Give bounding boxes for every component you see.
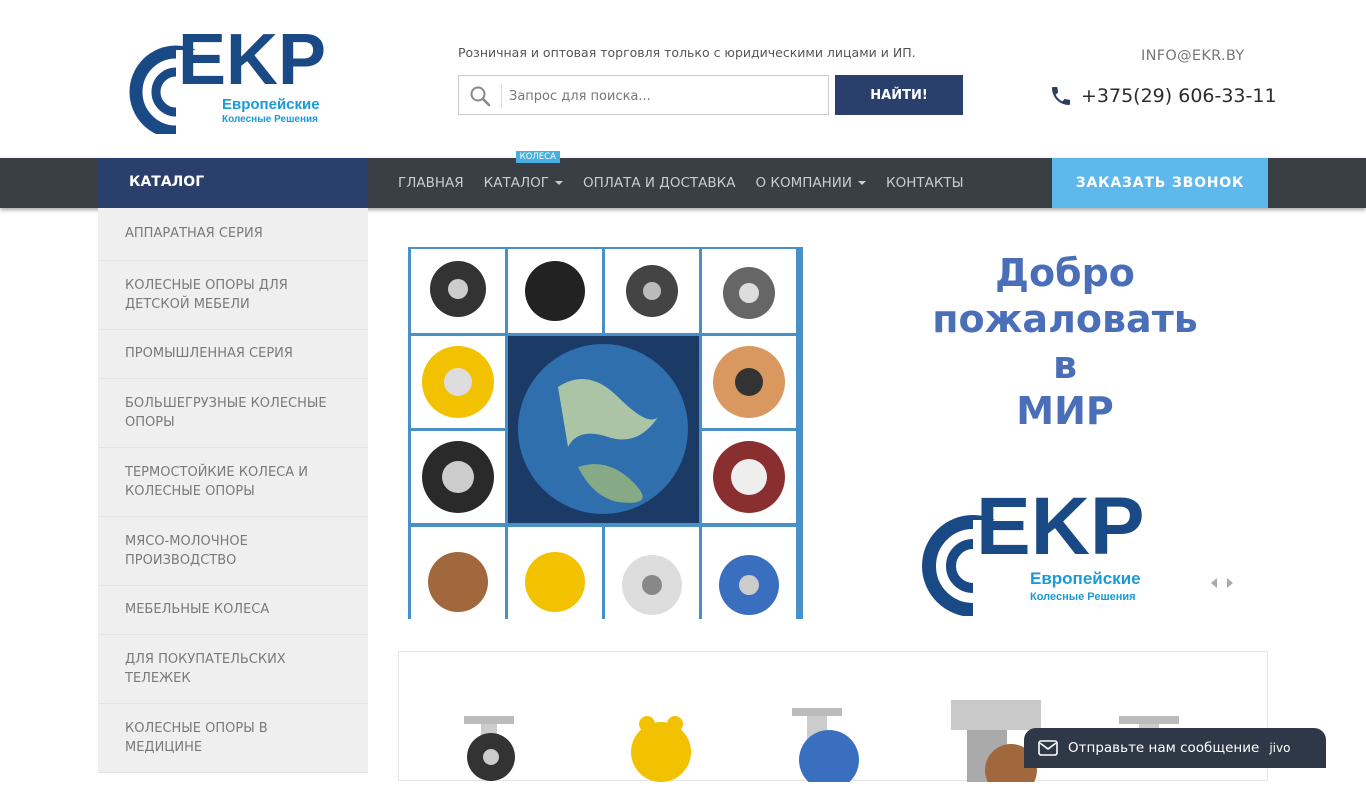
logo-line2: Колесные Решения xyxy=(222,114,318,125)
tagline: Розничная и оптовая торговля только с юр… xyxy=(458,45,916,60)
search-button[interactable]: НАЙТИ! xyxy=(835,75,963,115)
sidebar-item-label: АППАРАТНАЯ СЕРИЯ xyxy=(125,226,263,242)
sidebar-item-label: ТЕЛЕЖЕК xyxy=(125,671,191,686)
sidebar-item-label: МЕБЕЛЬНЫЕ КОЛЕСА xyxy=(125,602,270,618)
wheels-collage-image xyxy=(408,247,803,619)
sidebar-item-furniture[interactable]: МЕБЕЛЬНЫЕ КОЛЕСА xyxy=(98,586,368,635)
sidebar-item-label: БОЛЬШЕГРУЗНЫЕ КОЛЕСНЫЕ xyxy=(125,395,327,411)
sidebar-item-label: КОЛЕСНЫЕ ОПОРЫ xyxy=(125,484,255,499)
sidebar-item-label: МЕДИЦИНЕ xyxy=(125,740,203,755)
sidebar-item-kids-furniture[interactable]: КОЛЕСНЫЕ ОПОРЫ ДЛЯ ДЕТСКОЙ МЕБЕЛИ xyxy=(98,261,368,330)
prev-arrow-icon[interactable] xyxy=(1211,578,1217,588)
sidebar-item-label: ПРОИЗВОДСТВО xyxy=(125,553,237,568)
sidebar-item-label: ДЕТСКОЙ МЕБЕЛИ xyxy=(125,297,250,312)
chat-widget[interactable]: Отправьте нам сообщение jivo xyxy=(1024,728,1326,768)
welcome-line: в xyxy=(1052,343,1078,387)
slider-logo-line1: Европейские xyxy=(1030,569,1141,588)
sidebar-item-hardware[interactable]: АППАРАТНАЯ СЕРИЯ xyxy=(98,208,368,261)
sidebar-item-heavy-duty[interactable]: БОЛЬШЕГРУЗНЫЕ КОЛЕСНЫЕ ОПОРЫ xyxy=(98,379,368,448)
phone-icon xyxy=(1052,87,1070,105)
nav-item-payment-delivery[interactable]: ОПЛАТА И ДОСТАВКА xyxy=(583,175,736,191)
main-menu: ГЛАВНАЯ КОЛЕСА КАТАЛОГ ОПЛАТА И ДОСТАВКА… xyxy=(398,151,984,208)
slider-arrows xyxy=(1211,578,1233,588)
phone-block[interactable]: +375(29) 606-33-11 xyxy=(1049,84,1277,108)
nav-item-home[interactable]: ГЛАВНАЯ xyxy=(398,175,464,191)
nav-item-about[interactable]: О КОМПАНИИ xyxy=(755,175,866,191)
nav-item-contacts[interactable]: КОНТАКТЫ xyxy=(886,175,964,191)
chevron-down-icon xyxy=(857,181,866,185)
chevron-down-icon xyxy=(554,181,563,185)
logo-letters: EKP xyxy=(178,22,326,100)
sidebar-item-heat-resistant[interactable]: ТЕРМОСТОЙКИЕ КОЛЕСА И КОЛЕСНЫЕ ОПОРЫ xyxy=(98,448,368,517)
sidebar-item-industrial[interactable]: ПРОМЫШЛЕННАЯ СЕРИЯ xyxy=(98,330,368,379)
callback-button[interactable]: ЗАКАЗАТЬ ЗВОНОК xyxy=(1052,158,1268,208)
jivo-brand: jivo xyxy=(1269,741,1291,755)
nav-item-label: О КОМПАНИИ xyxy=(755,175,852,191)
slider-logo: EKP Европейские Колесные Решения xyxy=(922,484,1145,616)
site-header: EKP Европейские Колесные Решения Розничн… xyxy=(0,0,1366,158)
search-icon xyxy=(470,86,491,107)
nav-item-catalog[interactable]: КОЛЕСА КАТАЛОГ xyxy=(483,151,563,191)
sidebar-item-label: ТЕРМОСТОЙКИЕ КОЛЕСА И xyxy=(125,464,308,480)
search-divider xyxy=(501,84,502,108)
nav-item-label: КОНТАКТЫ xyxy=(885,175,964,191)
nav-item-label: ГЛАВНАЯ xyxy=(398,175,464,191)
welcome-text: Добро пожаловать в МИР xyxy=(915,250,1215,434)
nav-item-label: ОПЛАТА И ДОСТАВКА xyxy=(582,175,736,191)
chat-label: Отправьте нам сообщение xyxy=(1068,740,1260,756)
sidebar-item-meat-dairy[interactable]: МЯСО-МОЛОЧНОЕ ПРОИЗВОДСТВО xyxy=(98,517,368,586)
sidebar-item-medical[interactable]: КОЛЕСНЫЕ ОПОРЫ В МЕДИЦИНЕ xyxy=(98,704,368,773)
sidebar-item-label: ДЛЯ ПОКУПАТЕЛЬСКИХ xyxy=(125,651,286,667)
product-thumb xyxy=(631,716,691,782)
product-thumb xyxy=(464,716,515,781)
sidebar-item-shopping-carts[interactable]: ДЛЯ ПОКУПАТЕЛЬСКИХ ТЕЛЕЖЕК xyxy=(98,635,368,704)
sidebar-item-label: КОЛЕСНЫЕ ОПОРЫ ДЛЯ xyxy=(125,277,288,293)
catalog-heading[interactable]: КАТАЛОГ xyxy=(98,158,368,208)
sidebar-item-label: ПРОМЫШЛЕННАЯ СЕРИЯ xyxy=(125,346,293,362)
email-link[interactable]: INFO@EKR.BY xyxy=(1141,48,1245,64)
welcome-line: Добро xyxy=(995,251,1135,295)
welcome-line: МИР xyxy=(1016,389,1114,433)
phone-number: +375(29) 606-33-11 xyxy=(1081,85,1277,107)
nav-item-label: КАТАЛОГ xyxy=(483,175,549,191)
next-arrow-icon[interactable] xyxy=(1227,578,1233,588)
logo-line1: Европейские xyxy=(222,96,320,113)
sidebar-item-label: МЯСО-МОЛОЧНОЕ xyxy=(125,533,248,549)
catalog-badge: КОЛЕСА xyxy=(515,151,560,163)
catalog-sidebar: АППАРАТНАЯ СЕРИЯ КОЛЕСНЫЕ ОПОРЫ ДЛЯ ДЕТСК… xyxy=(98,208,368,773)
ekr-logo[interactable]: EKP Европейские Колесные Решения xyxy=(126,22,330,134)
slider-logo-line2: Колесные Решения xyxy=(1030,591,1136,603)
search-box xyxy=(458,75,829,115)
sidebar-item-label: КОЛЕСНЫЕ ОПОРЫ В xyxy=(125,720,268,736)
welcome-line: пожаловать xyxy=(932,297,1198,341)
main-navbar: КАТАЛОГ ГЛАВНАЯ КОЛЕСА КАТАЛОГ ОПЛАТА И … xyxy=(0,151,1366,208)
sidebar-item-label: ОПОРЫ xyxy=(125,415,175,430)
product-thumb xyxy=(792,708,859,786)
search-input[interactable] xyxy=(509,84,819,108)
envelope-icon xyxy=(1038,740,1058,756)
slider-logo-letters: EKP xyxy=(976,484,1145,572)
